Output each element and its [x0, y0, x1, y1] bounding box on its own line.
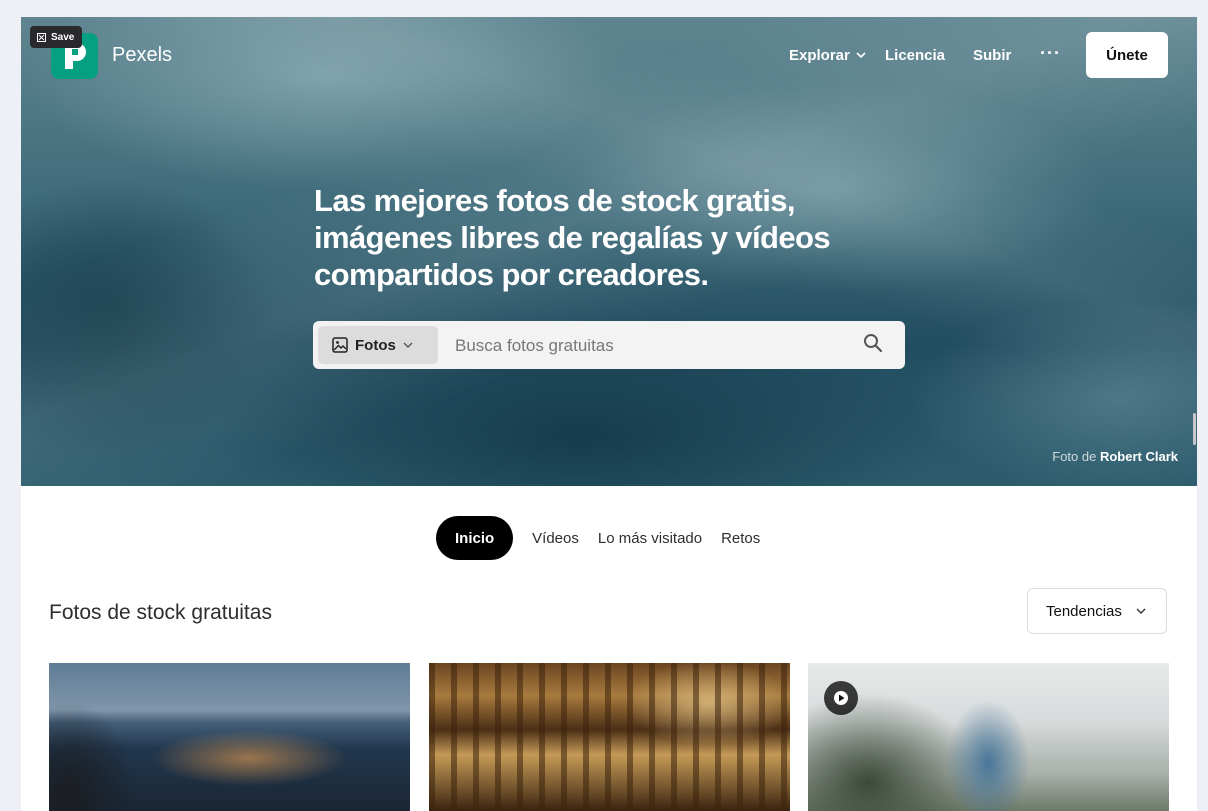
chevron-down-icon	[856, 52, 866, 59]
media-type-label: Fotos	[355, 336, 396, 354]
play-icon[interactable]	[824, 681, 858, 715]
scrollbar[interactable]	[1193, 413, 1196, 445]
brand-name[interactable]: Pexels	[112, 44, 172, 67]
tab-inicio[interactable]: Inicio	[436, 516, 514, 560]
save-button[interactable]: Save	[30, 26, 83, 48]
save-label: Save	[51, 31, 75, 43]
search-input[interactable]	[453, 330, 857, 362]
hero-title: Las mejores fotos de stock gratis, imáge…	[314, 182, 874, 293]
hero-banner: Save Pexels Explorar Licencia Subir ··· …	[21, 17, 1197, 486]
media-type-dropdown[interactable]: Fotos	[318, 326, 438, 364]
video-card[interactable]	[808, 663, 1169, 811]
more-menu-icon[interactable]: ···	[1040, 43, 1061, 64]
top-navigation: Save Pexels Explorar Licencia Subir ··· …	[21, 17, 1197, 97]
photo-credit-prefix: Foto de	[1052, 449, 1097, 464]
section-tabs: Inicio Vídeos Lo más visitado Retos	[436, 516, 760, 560]
save-icon	[37, 32, 46, 42]
search-bar: Fotos	[313, 321, 905, 369]
tab-most-visited[interactable]: Lo más visitado	[598, 530, 702, 547]
photo-card[interactable]	[429, 663, 790, 811]
sort-dropdown[interactable]: Tendencias	[1027, 588, 1167, 634]
hero-title-line: imágenes libres de regalías y vídeos	[314, 220, 831, 255]
nav-explore[interactable]: Explorar	[789, 47, 866, 64]
tab-videos[interactable]: Vídeos	[532, 530, 579, 547]
hero-title-line: Las mejores fotos de stock gratis,	[314, 183, 796, 218]
photo-credit: Foto de Robert Clark	[1052, 449, 1178, 464]
sort-label: Tendencias	[1046, 602, 1122, 620]
photo-credit-author[interactable]: Robert Clark	[1100, 449, 1178, 464]
chevron-down-icon	[403, 342, 413, 348]
join-button[interactable]: Únete	[1086, 32, 1168, 78]
nav-license[interactable]: Licencia	[885, 47, 945, 64]
nav-upload[interactable]: Subir	[973, 47, 1011, 64]
nav-explore-label: Explorar	[789, 47, 850, 64]
section-title: Fotos de stock gratuitas	[49, 601, 272, 624]
photo-card[interactable]	[49, 663, 410, 811]
search-icon[interactable]	[863, 333, 887, 357]
hero-title-line: compartidos por creadores.	[314, 257, 709, 292]
page: Save Pexels Explorar Licencia Subir ··· …	[21, 17, 1197, 811]
tab-challenges[interactable]: Retos	[721, 530, 760, 547]
image-icon	[332, 337, 348, 353]
chevron-down-icon	[1136, 608, 1146, 614]
